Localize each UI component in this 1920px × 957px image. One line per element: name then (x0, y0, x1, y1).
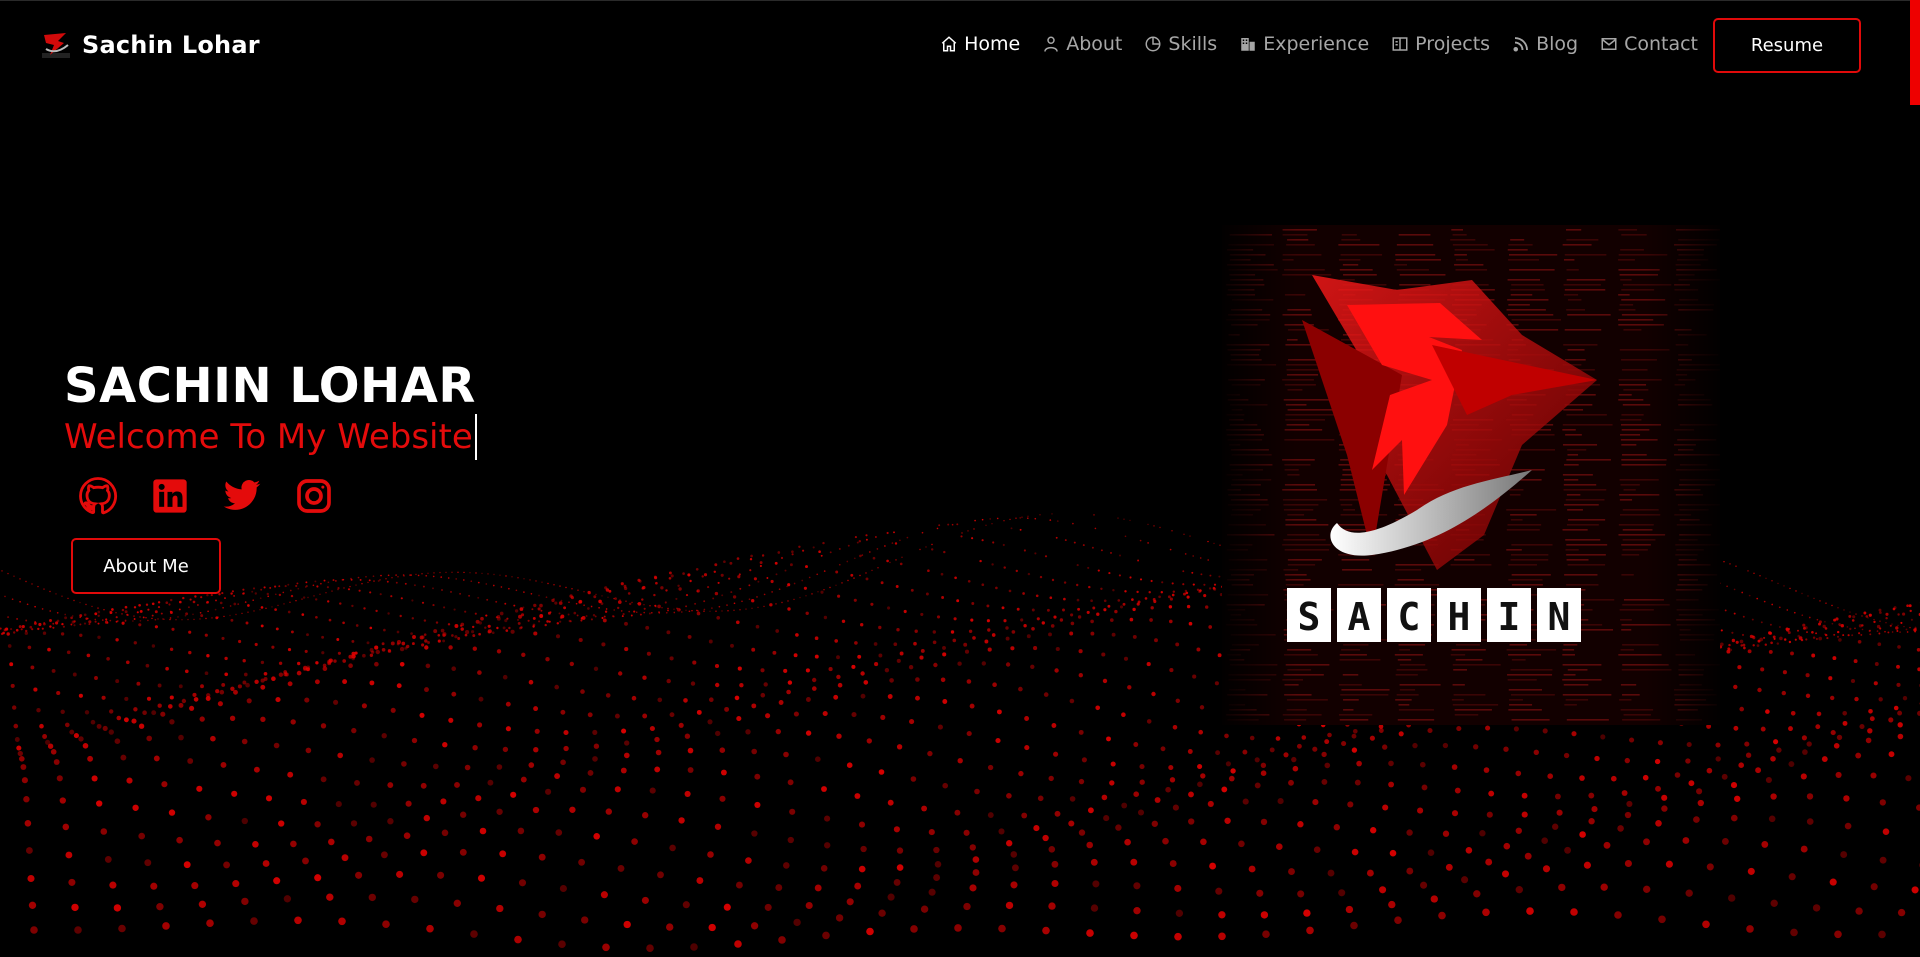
typing-cursor (474, 414, 477, 460)
navbar: Sachin Lohar Home About Skills Experienc… (0, 0, 1920, 93)
user-icon (1044, 36, 1058, 52)
resume-button[interactable]: Resume (1713, 18, 1861, 73)
nav-item-home[interactable]: Home (940, 33, 1020, 55)
mail-icon (1601, 38, 1617, 50)
nav-label-contact: Contact (1624, 33, 1698, 55)
nav-label-blog: Blog (1536, 33, 1579, 55)
sachin-logo-artwork: SACHIN (1222, 225, 1720, 725)
social-links (64, 476, 477, 516)
pie-chart-icon (1145, 36, 1161, 52)
hero-name: SACHIN LOHAR (64, 358, 476, 414)
nav-label-skills: Skills (1168, 33, 1218, 55)
github-icon[interactable] (78, 476, 118, 516)
hero-section: SACHIN LOHAR Welcome To My Website About… (64, 358, 477, 594)
home-icon (941, 36, 957, 52)
linkedin-icon[interactable] (150, 476, 190, 516)
sachin-s-logo-icon (42, 33, 70, 58)
book-icon (1392, 37, 1408, 51)
instagram-icon[interactable] (294, 476, 334, 516)
letter-tile-text: I (1498, 595, 1521, 639)
brand[interactable]: Sachin Lohar (40, 29, 260, 61)
nav-label-about: About (1066, 33, 1123, 55)
nav-item-contact[interactable]: Contact (1600, 33, 1698, 55)
about-me-button[interactable]: About Me (71, 538, 221, 594)
nav-label-experience: Experience (1263, 33, 1370, 55)
nav-label-home: Home (964, 33, 1021, 55)
letter-tile-text: H (1448, 595, 1471, 639)
nav-item-projects[interactable]: Projects (1391, 33, 1490, 55)
letter-tile-text: C (1398, 595, 1421, 639)
brand-name: Sachin Lohar (82, 31, 260, 59)
letter-tile-text: A (1348, 595, 1371, 639)
rss-icon (1513, 37, 1529, 52)
building-icon (1241, 38, 1255, 51)
letter-tile-text: N (1548, 595, 1571, 639)
nav-item-experience[interactable]: Experience (1239, 33, 1369, 55)
nav-item-about[interactable]: About (1042, 33, 1122, 55)
nav-item-skills[interactable]: Skills (1144, 33, 1217, 55)
hero-tagline-container: Welcome To My Website (64, 414, 477, 460)
twitter-icon[interactable] (222, 476, 262, 516)
scroll-progress-indicator (1910, 0, 1920, 105)
nav-item-blog[interactable]: Blog (1512, 33, 1578, 55)
nav-links: Home About Skills Experience Projects Bl… (940, 33, 1698, 55)
hero-tagline: Welcome To My Website (64, 417, 473, 457)
nav-label-projects: Projects (1415, 33, 1491, 55)
hero-logo-image: SACHIN (1222, 225, 1720, 725)
letter-tile-text: S (1298, 595, 1321, 639)
